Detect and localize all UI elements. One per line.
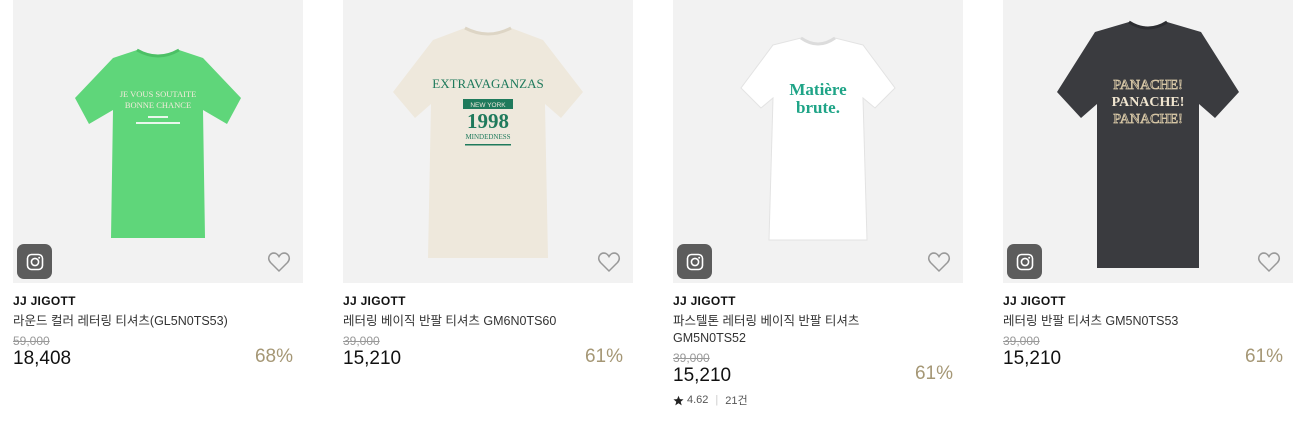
product-name[interactable]: 레터링 반팔 티셔츠 GM5N0TS53 xyxy=(1003,313,1233,330)
shirt-print-line: JE VOUS SOUTAITE xyxy=(120,89,197,99)
product-image[interactable]: JE VOUS SOUTAITE BONNE CHANCE xyxy=(13,0,303,283)
review-count[interactable]: 21건 xyxy=(725,392,747,408)
product-card[interactable]: JE VOUS SOUTAITE BONNE CHANCE JJ JIGOTT … xyxy=(13,0,303,370)
shirt-print-line: PANACHE! xyxy=(1113,78,1183,93)
rating-separator: | xyxy=(715,394,719,406)
product-image[interactable]: EXTRAVAGANZAS NEW YORK 1998 MINDEDNESS xyxy=(343,0,633,283)
product-image[interactable]: PANACHE! PANACHE! PANACHE! xyxy=(1003,0,1293,283)
discount-rate: 68% xyxy=(254,346,293,367)
brand-name[interactable]: JJ JIGOTT xyxy=(673,294,963,309)
instagram-button[interactable] xyxy=(1007,244,1042,279)
sale-price: 15,210 xyxy=(343,348,402,369)
tshirt-image: PANACHE! PANACHE! PANACHE! xyxy=(1057,20,1239,268)
tshirt-image: JE VOUS SOUTAITE BONNE CHANCE xyxy=(75,48,241,238)
wishlist-button[interactable] xyxy=(266,249,292,275)
tshirt-image: EXTRAVAGANZAS NEW YORK 1998 MINDEDNESS xyxy=(393,26,583,258)
price-row: 18,408 68% xyxy=(13,346,303,370)
brand-name[interactable]: JJ JIGOTT xyxy=(13,294,303,309)
wishlist-button[interactable] xyxy=(926,249,952,275)
product-card[interactable]: EXTRAVAGANZAS NEW YORK 1998 MINDEDNESS J… xyxy=(343,0,633,370)
heart-outline-icon xyxy=(1257,252,1281,273)
product-name[interactable]: 라운드 컬러 레터링 티셔츠(GL5N0TS53) xyxy=(13,313,243,330)
instagram-button[interactable] xyxy=(17,244,52,279)
shirt-print-line: 1998 xyxy=(467,109,509,133)
product-card[interactable]: PANACHE! PANACHE! PANACHE! JJ JIGOTT 레터링… xyxy=(1003,0,1293,370)
product-name[interactable]: 파스텔톤 레터링 베이직 반팔 티셔츠 GM5N0TS52 xyxy=(673,313,873,347)
shirt-print-line: EXTRAVAGANZAS xyxy=(432,76,543,91)
discount-rate: 61% xyxy=(1244,346,1283,367)
product-name[interactable]: 레터링 베이직 반팔 티셔츠 GM6N0TS60 xyxy=(343,313,573,330)
price-row: 15,210 61% xyxy=(343,346,633,370)
shirt-print-line: brute. xyxy=(796,98,840,117)
rating-score: 4.62 xyxy=(687,394,709,406)
instagram-icon xyxy=(686,253,703,270)
product-card[interactable]: Matière brute. JJ JIGOTT 파스텔톤 레터링 베이직 반팔… xyxy=(673,0,963,408)
discount-rate: 61% xyxy=(914,363,953,384)
price-row: 15,210 61% xyxy=(1003,346,1293,370)
heart-outline-icon xyxy=(927,252,951,273)
price-row: 15,210 61% xyxy=(673,363,963,387)
brand-name[interactable]: JJ JIGOTT xyxy=(1003,294,1293,309)
shirt-print-line: BONNE CHANCE xyxy=(125,100,191,110)
shirt-print-line: Matière xyxy=(789,80,847,99)
sale-price: 15,210 xyxy=(673,365,732,386)
rating-row: 4.62 | 21건 xyxy=(673,392,963,408)
discount-rate: 61% xyxy=(584,346,623,367)
shirt-print-line: MINDEDNESS xyxy=(465,133,510,141)
sale-price: 15,210 xyxy=(1003,348,1062,369)
shirt-print-line: PANACHE! xyxy=(1113,112,1183,127)
instagram-button[interactable] xyxy=(677,244,712,279)
heart-outline-icon xyxy=(597,252,621,273)
star-icon xyxy=(673,395,684,405)
instagram-icon xyxy=(26,253,43,270)
sale-price: 18,408 xyxy=(13,348,72,369)
instagram-icon xyxy=(1016,253,1033,270)
tshirt-image: Matière brute. xyxy=(740,36,896,241)
shirt-print-line: PANACHE! xyxy=(1112,95,1185,110)
heart-outline-icon xyxy=(267,252,291,273)
wishlist-button[interactable] xyxy=(596,249,622,275)
brand-name[interactable]: JJ JIGOTT xyxy=(343,294,633,309)
wishlist-button[interactable] xyxy=(1256,249,1282,275)
product-image[interactable]: Matière brute. xyxy=(673,0,963,283)
shirt-print-line: NEW YORK xyxy=(470,102,506,109)
